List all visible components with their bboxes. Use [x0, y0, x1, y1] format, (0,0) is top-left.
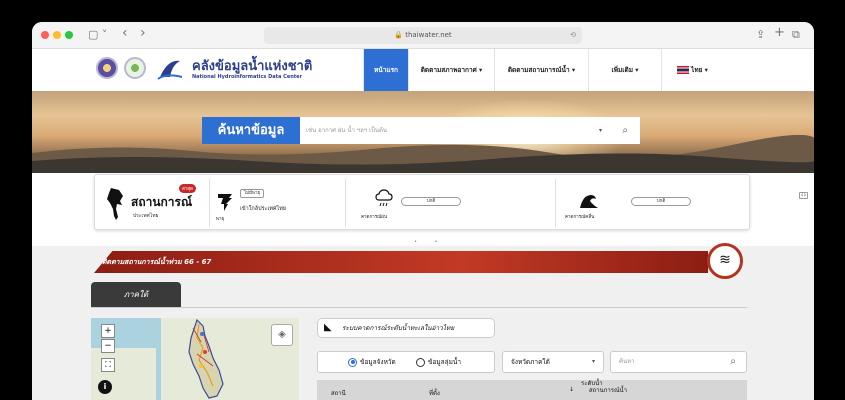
- nav-weather[interactable]: ติดตามสภาพอากาศ ▾: [408, 49, 494, 91]
- search-input[interactable]: เช่น อากาศ ฝน น้ำ ฯลฯ เป็นต้น ▾ ⌕: [300, 117, 640, 144]
- nav-more[interactable]: เพิ่มเติม ▾: [588, 49, 661, 91]
- emblem-logo-icon[interactable]: [96, 57, 118, 79]
- storm-text[interactable]: เข้าใกล้ประเทศไทย: [240, 205, 286, 213]
- search-icon[interactable]: ⌕: [622, 117, 628, 144]
- url-text: thaiwater.net: [405, 31, 452, 39]
- radio-basin[interactable]: ข้อมูลลุ่มน้ำ: [416, 352, 461, 372]
- site-header: คลังข้อมูลน้ำแห่งชาติ National Hydroinfo…: [32, 49, 814, 91]
- search-label: ค้นหาข้อมูล: [202, 117, 300, 144]
- layers-icon[interactable]: ◈: [271, 324, 293, 346]
- radio-unchecked-icon[interactable]: [416, 357, 425, 367]
- info-icon[interactable]: i: [98, 380, 112, 394]
- storm-label: พายุ: [216, 217, 225, 222]
- col-station[interactable]: สถานี: [331, 388, 346, 398]
- flood-wave-icon: ≋: [707, 243, 743, 279]
- minimize-window-button[interactable]: [53, 31, 61, 39]
- hero-banner: ค้นหาข้อมูล เช่น อากาศ ฝน น้ำ ฯลฯ เป็นต้…: [32, 91, 814, 173]
- search-icon[interactable]: ⌕: [730, 352, 736, 372]
- carousel-dots[interactable]: • •: [414, 239, 446, 245]
- nav-home[interactable]: หน้าแรก: [363, 49, 408, 91]
- sea-level-forecast-label: ระบบคาดการณ์ระดับน้ำทะเลในอ่าวไทย: [342, 324, 455, 332]
- sea-level-forecast-link[interactable]: ◣ ระบบคาดการณ์ระดับน้ำทะเลในอ่าวไทย: [317, 318, 495, 338]
- radio-checked-icon[interactable]: [348, 357, 357, 367]
- data-type-radio-group: ข้อมูลจังหวัด ข้อมูลลุ่มน้ำ: [317, 351, 495, 373]
- wave-icon: [580, 195, 598, 208]
- rain-cloud-icon: [375, 189, 393, 207]
- forward-button[interactable]: ›: [140, 25, 146, 41]
- browser-window: ▢ ˅ ‹ › 🔒 thaiwater.net ⟲ ⇪ + ⧉ คลังข้อม…: [32, 22, 814, 400]
- nav-language[interactable]: ไทย ▾: [661, 49, 723, 91]
- water-logo-icon[interactable]: [154, 55, 184, 83]
- divider: [555, 179, 556, 227]
- radio-province[interactable]: ข้อมูลจังหวัด: [348, 352, 396, 372]
- col-location[interactable]: ที่ตั้ง: [429, 388, 440, 398]
- new-tab-button[interactable]: +: [774, 25, 785, 41]
- wave-status-badge[interactable]: ปกติ: [631, 197, 691, 206]
- zoom-out-button[interactable]: −: [101, 339, 115, 353]
- table-header: สถานี ที่ตั้ง ↓ ระดับน้ำ สถานการณ์น้ำ: [317, 380, 747, 400]
- situation-subtitle: ประเทศไทย: [133, 213, 159, 219]
- main-nav: หน้าแรก ติดตามสภาพอากาศ ▾ ติดตามสถานการณ…: [363, 49, 723, 91]
- zoom-window-button[interactable]: [65, 31, 73, 39]
- flood-ribbon-text: ติดตามสถานการณ์น้ำท่วม 66 - 67: [102, 258, 212, 266]
- close-window-button[interactable]: [41, 31, 49, 39]
- tab-south-region[interactable]: ภาคใต้: [91, 282, 181, 307]
- language-label: ไทย ▾: [691, 66, 708, 74]
- chevron-down-icon[interactable]: ▾: [599, 117, 602, 144]
- rain-status-badge[interactable]: ปกติ: [401, 197, 461, 206]
- map-view[interactable]: + − ⛶ ◈ i: [91, 318, 299, 400]
- zoom-in-button[interactable]: +: [101, 324, 115, 338]
- no-storm-badge: ไม่มีพายุ: [240, 189, 264, 198]
- tab-overview-icon[interactable]: ⧉: [792, 27, 800, 43]
- col-level-bottom[interactable]: สถานการณ์น้ำ: [589, 385, 627, 395]
- divider: [209, 179, 210, 227]
- browser-toolbar: ▢ ˅ ‹ › 🔒 thaiwater.net ⟲ ⇪ + ⧉: [32, 22, 814, 49]
- site-title[interactable]: คลังข้อมูลน้ำแห่งชาติ: [192, 55, 312, 76]
- back-button[interactable]: ‹: [122, 25, 128, 41]
- situation-card: ล่าสุด สถานการณ์ ประเทศไทย พายุ ไม่มีพาย…: [94, 174, 750, 230]
- sidebar-toggle-icon[interactable]: ▢ ˅: [88, 27, 107, 43]
- province-select[interactable]: จังหวัดภาคใต้ ▾: [502, 351, 604, 373]
- lock-icon: 🔒: [394, 31, 406, 39]
- nav-water-situation[interactable]: ติดตามสถานการณ์น้ำ ▾: [494, 49, 588, 91]
- province-select-value: จังหวัดภาคใต้: [511, 358, 550, 366]
- thai-flag-icon: [677, 66, 690, 74]
- share-icon[interactable]: ⇪: [756, 27, 765, 43]
- situation-title[interactable]: สถานการณ์: [131, 193, 192, 212]
- southern-thailand-map: [188, 318, 224, 399]
- address-bar[interactable]: 🔒 thaiwater.net ⟲: [264, 27, 582, 44]
- fullscreen-button[interactable]: ⛶: [101, 358, 115, 372]
- wave-icon: ◣: [324, 322, 332, 333]
- station-search-placeholder: ค้นหา: [619, 358, 635, 365]
- expand-icon[interactable]: ‹›: [799, 192, 808, 199]
- site-subtitle: National Hydroinformatics Data Center: [192, 74, 303, 80]
- latest-badge: ล่าสุด: [179, 184, 196, 193]
- rain-label: คาดการณ์ฝน: [361, 215, 388, 220]
- chevron-down-icon[interactable]: ▾: [592, 352, 595, 372]
- search-placeholder: เช่น อากาศ ฝน น้ำ ฯลฯ เป็นต้น: [306, 127, 388, 134]
- agency-logo-icon[interactable]: [124, 57, 146, 79]
- wave-label: คาดการณ์คลื่น: [565, 215, 595, 220]
- station-search-input[interactable]: ค้นหา ⌕: [610, 351, 747, 373]
- thailand-map-icon: [107, 188, 123, 220]
- storm-icon: [218, 194, 232, 211]
- tab-underline: [91, 307, 747, 308]
- divider: [345, 179, 346, 227]
- reload-icon[interactable]: ⟲: [570, 27, 576, 44]
- sort-arrow-icon[interactable]: ↓: [569, 386, 574, 393]
